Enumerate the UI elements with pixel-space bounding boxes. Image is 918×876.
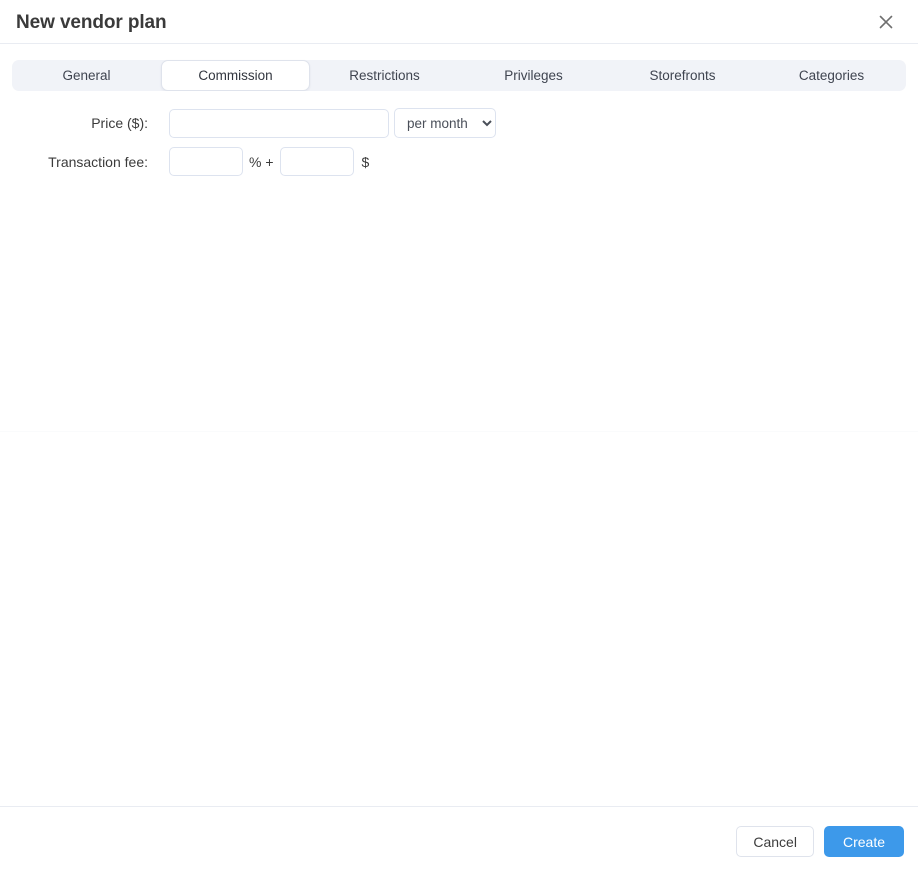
price-control: per monthper yearper weekper day xyxy=(169,108,496,138)
transaction-fee-control: % + $ xyxy=(169,147,369,176)
create-button[interactable]: Create xyxy=(823,826,904,857)
body-seam-divider xyxy=(0,431,918,432)
cancel-button[interactable]: Cancel xyxy=(736,826,814,857)
dialog-header: New vendor plan xyxy=(0,0,918,44)
price-row: Price ($): per monthper yearper weekper … xyxy=(0,108,918,138)
tab-restrictions[interactable]: Restrictions xyxy=(310,60,459,91)
tab-label: Storefronts xyxy=(649,67,716,83)
currency-suffix: $ xyxy=(361,153,370,170)
percent-plus-separator: % + xyxy=(249,153,274,170)
price-period-select[interactable]: per monthper yearper weekper day xyxy=(394,108,496,138)
tab-label: Privileges xyxy=(504,67,563,83)
new-vendor-plan-dialog: New vendor plan General Commission Restr… xyxy=(0,0,918,876)
tab-commission[interactable]: Commission xyxy=(161,60,310,91)
tabbar-container: General Commission Restrictions Privileg… xyxy=(0,44,918,91)
transaction-fee-label: Transaction fee: xyxy=(48,153,148,170)
tab-categories[interactable]: Categories xyxy=(757,60,906,91)
price-input[interactable] xyxy=(169,108,389,138)
dialog-footer: Cancel Create xyxy=(0,806,918,876)
tab-privileges[interactable]: Privileges xyxy=(459,60,608,91)
transaction-fee-row: Transaction fee: % + $ xyxy=(0,147,918,176)
commission-form: Price ($): per monthper yearper weekper … xyxy=(0,91,918,176)
tab-general[interactable]: General xyxy=(12,60,161,91)
transaction-fee-amount-input[interactable] xyxy=(279,147,354,176)
dialog-title: New vendor plan xyxy=(16,11,167,33)
price-label: Price ($): xyxy=(91,115,148,131)
tab-label: Categories xyxy=(798,67,865,83)
tab-list: General Commission Restrictions Privileg… xyxy=(12,60,906,91)
tab-label: General xyxy=(62,67,111,83)
tab-label: Commission xyxy=(198,67,273,83)
tab-label: Restrictions xyxy=(349,67,420,83)
dialog-body: Price ($): per monthper yearper weekper … xyxy=(0,91,918,806)
transaction-fee-percent-input[interactable] xyxy=(169,147,243,176)
tab-storefronts[interactable]: Storefronts xyxy=(608,60,757,91)
close-icon[interactable] xyxy=(871,7,901,37)
